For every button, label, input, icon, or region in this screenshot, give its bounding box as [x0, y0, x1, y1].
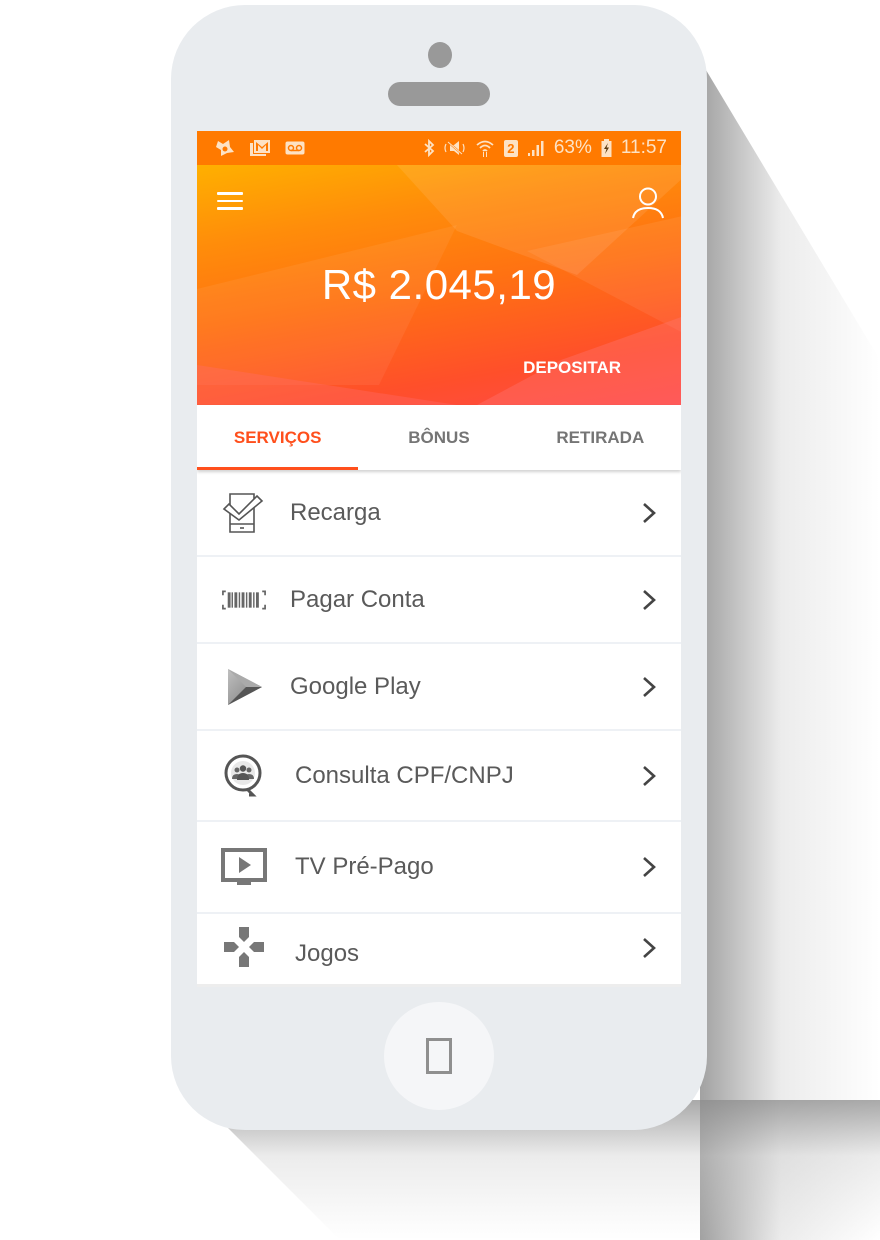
- people-search-icon: [221, 753, 267, 799]
- service-item-jogos[interactable]: Jogos: [197, 914, 681, 984]
- service-item-pagar-conta[interactable]: Pagar Conta: [197, 557, 681, 644]
- service-label: Google Play: [290, 672, 421, 700]
- home-button[interactable]: [384, 1002, 494, 1110]
- gamepad-icon: [221, 924, 267, 970]
- tab-bonus[interactable]: BÔNUS: [358, 405, 519, 470]
- tab-servicos[interactable]: SERVIÇOS: [197, 405, 359, 470]
- barcode-icon: [221, 577, 267, 623]
- chevron-right-icon: [643, 857, 656, 877]
- tab-bar: SERVIÇOS BÔNUS RETIRADA: [197, 405, 681, 470]
- phone-camera: [428, 42, 452, 68]
- phone-shadow-right: [700, 60, 880, 1240]
- gmail-icon: [249, 139, 271, 157]
- sim-icon: 2: [503, 139, 518, 157]
- service-item-recarga[interactable]: Recarga: [197, 470, 681, 557]
- chevron-right-icon: [643, 765, 656, 786]
- home-square-icon: [426, 1038, 452, 1074]
- service-item-google-play[interactable]: Google Play: [197, 644, 681, 731]
- service-label: Jogos: [295, 940, 360, 967]
- phone-speaker: [388, 82, 490, 106]
- service-label: TV Pré-Pago: [295, 853, 434, 880]
- phone-check-icon: [221, 490, 267, 536]
- service-label: Pagar Conta: [290, 585, 425, 613]
- account-balance: R$ 2.045,19: [321, 261, 557, 308]
- service-item-consulta-cpf-cnpj[interactable]: Consulta CPF/CNPJ: [197, 731, 681, 822]
- tab-retirada[interactable]: RETIRADA: [520, 405, 681, 470]
- service-item-tv-pre-pago[interactable]: TV Pré-Pago: [197, 822, 681, 914]
- chevron-right-icon: [643, 938, 656, 958]
- service-label: Recarga: [290, 498, 381, 526]
- battery-charging-icon: [601, 139, 612, 157]
- status-bar: 2 63% 11:57: [197, 131, 681, 165]
- google-play-icon: [221, 664, 267, 710]
- chevron-right-icon: [643, 676, 656, 697]
- bluetooth-icon: [423, 139, 435, 157]
- app-screen: 2 63% 11:57 R$ 2.045,19 DEPOSITAR SERVIÇ…: [197, 131, 681, 987]
- profile-icon[interactable]: [631, 187, 665, 219]
- service-label: Consulta CPF/CNPJ: [295, 761, 514, 789]
- hamburger-menu-icon[interactable]: [217, 192, 243, 210]
- battery-percent: 63%: [553, 137, 592, 158]
- signal-icon: [527, 140, 545, 156]
- balance-header: R$ 2.045,19 DEPOSITAR: [197, 165, 681, 405]
- chevron-right-icon: [643, 589, 656, 610]
- clock: 11:57: [620, 137, 667, 158]
- wifi-icon: [475, 139, 495, 157]
- chevron-right-icon: [643, 502, 656, 523]
- avast-icon: [215, 139, 235, 157]
- voicemail-icon: [285, 141, 305, 155]
- services-list: Recarga Pagar Conta Google Play Consulta…: [197, 470, 681, 984]
- mute-icon: [444, 139, 466, 157]
- deposit-button[interactable]: DEPOSITAR: [523, 358, 621, 378]
- tv-play-icon: [221, 844, 267, 890]
